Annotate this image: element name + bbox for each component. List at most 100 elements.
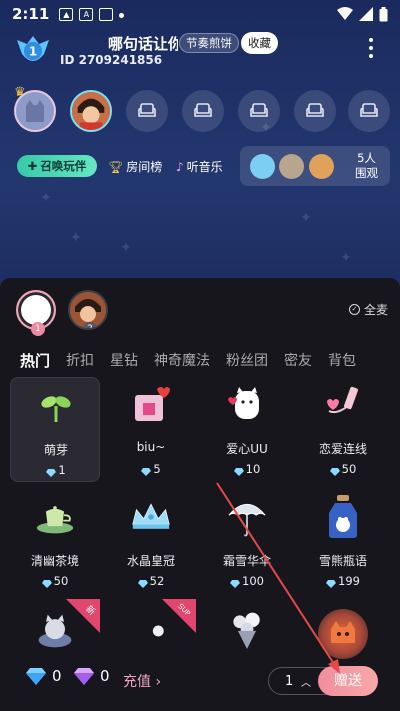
audience-avatar [309,154,334,179]
listen-music-label: 听音乐 [186,160,223,174]
audience-panel[interactable]: 5人 围观 [240,146,390,186]
room-rank-button[interactable]: 🏆︎ 房间榜 [108,158,162,175]
status-time: 2:11 [12,5,50,23]
gift-name: 雪熊瓶语 [318,554,367,568]
gift-price: 1 [58,463,66,477]
audience-avatar [279,154,304,179]
favorite-button[interactable]: 收藏 [241,32,278,54]
moon-gift-icon [131,611,171,651]
gift-price: 100 [242,574,264,588]
recipient-1-number: 1 [31,322,45,336]
summon-icon: ✚ [27,159,38,173]
quantity-value: 1 [285,674,294,689]
gift-item[interactable] [202,599,292,669]
gift-name: 霜雪华伞 [222,554,271,568]
gift-price: 10 [245,462,261,476]
chevron-up-icon: ︿ [301,678,311,689]
all-mic-toggle[interactable]: ✓ 全麦 [348,301,388,318]
empty-seat-6[interactable] [294,90,336,132]
gift-tabs: 热门 折扣 星钻 神奇魔法 粉丝团 密友 背包 [20,350,372,371]
tab-discount[interactable]: 折扣 [66,350,94,371]
sofa-icon [360,103,378,117]
gift-panel: 1 2 ✓ 全麦 热门 折扣 星钻 神奇魔法 粉丝团 密友 背包 萌芽 1 bi… [0,278,400,711]
gift-item[interactable]: 霜雪华伞 100 [202,489,292,594]
gift-price: 199 [338,574,360,588]
gift-price: 5 [153,462,161,476]
snow-bear-bottle-gift-icon [323,495,363,538]
gift-price: 52 [149,574,165,588]
more-options-icon[interactable] [368,38,374,58]
diamond-icon [141,465,152,476]
tea-gift-icon [35,497,75,537]
cat-gift-icon [35,611,75,651]
gift-item[interactable]: 萌芽 1 [10,377,100,482]
audience-label: 围观 [355,166,378,180]
summon-label: 召唤玩伴 [40,159,87,173]
gift-item[interactable]: biu~ 5 [106,377,196,482]
gift-name: 水晶皇冠 [126,554,175,568]
status-bar: 2:11 ▲ A [0,0,400,28]
room-title: 哪句话让你 [108,35,178,53]
seat-user-2[interactable] [70,90,112,132]
tab-backpack[interactable]: 背包 [328,350,356,371]
gift-item[interactable]: 水晶皇冠 52 [106,489,196,594]
tab-magic[interactable]: 神奇魔法 [154,350,210,371]
tab-hot[interactable]: 热门 [20,350,50,371]
tab-close-friend[interactable]: 密友 [284,350,312,371]
font-notification-icon: A [79,7,94,21]
app-notification-icon [99,7,114,21]
tab-fan-club[interactable]: 粉丝团 [226,350,268,371]
umbrella-gift-icon [227,497,267,537]
diamond-icon [233,465,244,476]
summon-partner-button[interactable]: ✚ 召唤玩伴 [17,155,97,177]
diamond-icon [326,577,337,588]
crystal-crown-gift-icon [131,497,171,537]
purple-diamond-icon [74,667,94,685]
listen-music-button[interactable]: ♪ 听音乐 [176,158,223,175]
love-line-gift-icon [323,385,363,425]
gift-item[interactable] [298,599,388,669]
host-seat[interactable]: ♛ [14,85,56,132]
room-tag[interactable]: 节奏煎饼 [179,33,239,53]
user2-avatar [72,92,110,130]
room-level-badge[interactable]: 1 [14,34,52,68]
blue-diamond-icon [26,667,46,685]
tab-star-diamond[interactable]: 星钻 [110,350,138,371]
image-notification-icon: ▲ [59,7,74,21]
recipient-2[interactable]: 2 [68,290,108,330]
signal-icon [359,7,373,21]
orange-creature-gift-icon [318,609,368,659]
empty-seat-7[interactable] [348,90,390,132]
bouquet-gift-icon [227,609,267,649]
recipient-1[interactable]: 1 [16,290,56,336]
purple-diamond-balance-value: 0 [100,667,110,685]
gift-name: 恋爱连线 [318,442,367,456]
empty-seat-3[interactable] [126,90,168,132]
send-gift-button[interactable]: 赠送 [318,666,378,696]
gift-item[interactable]: 新 [10,599,100,669]
diamond-balance-value: 0 [52,667,62,685]
gift-item[interactable]: 爱心UU 10 [202,377,292,482]
battery-icon [379,6,388,21]
all-mic-label: 全麦 [363,303,388,317]
empty-seat-4[interactable] [182,90,224,132]
music-note-icon: ♪ [176,159,184,174]
diamond-icon [41,577,52,588]
gift-item[interactable]: 清幽茶境 50 [10,489,100,594]
gift-name: 萌芽 [43,443,68,457]
wifi-icon [337,7,353,20]
gift-name: 清幽茶境 [30,554,79,568]
diamond-balance: 0 [26,667,62,685]
room-rank-label: 房间榜 [126,160,163,174]
room-id: ID 2709241856 [60,53,163,67]
gift-name: biu~ [136,440,166,454]
diamond-icon [46,466,57,477]
sofa-icon [250,103,268,117]
recharge-link[interactable]: 充值 › [123,671,161,691]
empty-seat-5[interactable] [238,90,280,132]
gift-item[interactable]: 雪熊瓶语 199 [298,489,388,594]
gift-item[interactable]: 恋爱连线 50 [298,377,388,482]
sprout-gift-icon [36,386,76,426]
purple-diamond-balance: 0 [74,667,110,685]
gift-item[interactable]: SUP [106,599,196,669]
